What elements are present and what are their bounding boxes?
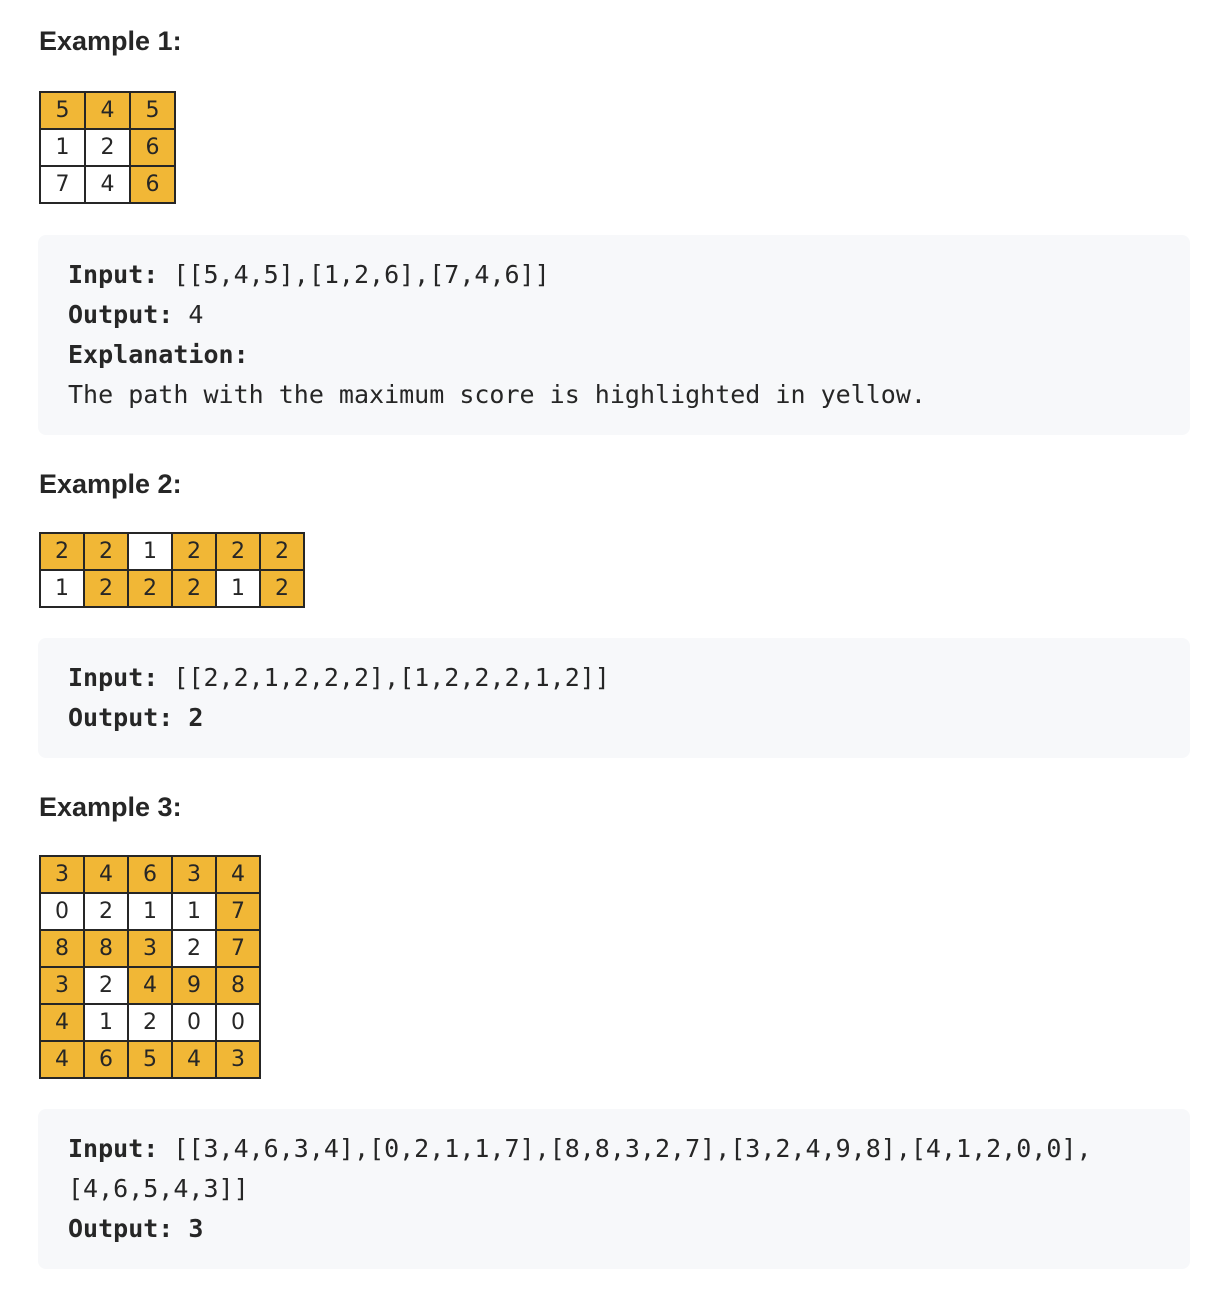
output-label: Output: bbox=[68, 300, 174, 329]
output-value: 4 bbox=[173, 300, 204, 329]
grid-cell: 2 bbox=[215, 532, 261, 571]
grid-cell: 3 bbox=[39, 855, 85, 894]
grid-cell: 3 bbox=[39, 966, 85, 1005]
example-1-heading: Example 1: bbox=[39, 26, 182, 56]
grid-cell: 1 bbox=[171, 892, 217, 931]
grid-row: 746 bbox=[39, 165, 176, 204]
grid-cell: 2 bbox=[83, 569, 129, 608]
example-2-code-block: Input: [[2,2,1,2,2,2],[1,2,2,2,1,2]] Out… bbox=[38, 638, 1190, 758]
output-line: Output: 3 bbox=[68, 1209, 1160, 1249]
grid-cell: 4 bbox=[84, 165, 131, 204]
input-value: [[3,4,6,3,4],[0,2,1,1,7],[8,8,3,2,7],[3,… bbox=[68, 1134, 1092, 1203]
grid-cell: 9 bbox=[171, 966, 217, 1005]
grid-cell: 3 bbox=[215, 1040, 261, 1079]
input-label: Input: bbox=[68, 663, 159, 692]
grid-cell: 2 bbox=[171, 929, 217, 968]
example-3-heading: Example 3: bbox=[39, 792, 182, 822]
grid-row: 545 bbox=[39, 91, 176, 130]
grid-cell: 2 bbox=[84, 128, 131, 167]
grid-cell: 1 bbox=[127, 892, 173, 931]
output-value: 2 bbox=[173, 703, 204, 732]
grid-row: 02117 bbox=[39, 892, 261, 931]
grid-row: 126 bbox=[39, 128, 176, 167]
grid-row: 41200 bbox=[39, 1003, 261, 1042]
grid-cell: 7 bbox=[215, 892, 261, 931]
grid-cell: 0 bbox=[215, 1003, 261, 1042]
grid-cell: 6 bbox=[127, 855, 173, 894]
grid-cell: 8 bbox=[39, 929, 85, 968]
explanation-label: Explanation: bbox=[68, 340, 249, 369]
example-2-heading: Example 2: bbox=[39, 469, 182, 499]
grid-cell: 2 bbox=[127, 1003, 173, 1042]
grid-cell: 0 bbox=[171, 1003, 217, 1042]
grid-row: 46543 bbox=[39, 1040, 261, 1079]
output-line: Output: 2 bbox=[68, 698, 1160, 738]
grid-cell: 4 bbox=[84, 91, 131, 130]
output-value: 3 bbox=[173, 1214, 204, 1243]
example-3-grid: 346340211788327324984120046543 bbox=[39, 855, 261, 1079]
grid-cell: 1 bbox=[39, 128, 86, 167]
grid-cell: 8 bbox=[215, 966, 261, 1005]
grid-cell: 7 bbox=[215, 929, 261, 968]
grid-cell: 4 bbox=[127, 966, 173, 1005]
grid-cell: 5 bbox=[127, 1040, 173, 1079]
output-label: Output: bbox=[68, 1214, 174, 1243]
input-label: Input: bbox=[68, 1134, 159, 1163]
grid-cell: 2 bbox=[83, 892, 129, 931]
grid-cell: 2 bbox=[259, 569, 305, 608]
grid-cell: 2 bbox=[171, 532, 217, 571]
output-label: Output: bbox=[68, 703, 174, 732]
output-line: Output: 4 bbox=[68, 295, 1160, 335]
grid-cell: 4 bbox=[83, 855, 129, 894]
grid-row: 122212 bbox=[39, 569, 305, 608]
grid-cell: 1 bbox=[83, 1003, 129, 1042]
grid-cell: 4 bbox=[39, 1003, 85, 1042]
grid-row: 32498 bbox=[39, 966, 261, 1005]
input-line: Input: [[3,4,6,3,4],[0,2,1,1,7],[8,8,3,2… bbox=[68, 1129, 1160, 1209]
grid-cell: 4 bbox=[171, 1040, 217, 1079]
grid-cell: 1 bbox=[127, 532, 173, 571]
grid-cell: 2 bbox=[83, 532, 129, 571]
input-value: [[5,4,5],[1,2,6],[7,4,6]] bbox=[158, 260, 550, 289]
grid-cell: 3 bbox=[171, 855, 217, 894]
input-line: Input: [[2,2,1,2,2,2],[1,2,2,2,1,2]] bbox=[68, 658, 1160, 698]
grid-row: 34634 bbox=[39, 855, 261, 894]
example-1-grid: 545126746 bbox=[39, 91, 176, 204]
grid-cell: 8 bbox=[83, 929, 129, 968]
input-value: [[2,2,1,2,2,2],[1,2,2,2,1,2]] bbox=[158, 663, 610, 692]
grid-cell: 6 bbox=[129, 165, 176, 204]
grid-cell: 4 bbox=[39, 1040, 85, 1079]
input-line: Input: [[5,4,5],[1,2,6],[7,4,6]] bbox=[68, 255, 1160, 295]
grid-row: 88327 bbox=[39, 929, 261, 968]
grid-cell: 2 bbox=[259, 532, 305, 571]
grid-cell: 7 bbox=[39, 165, 86, 204]
grid-cell: 5 bbox=[39, 91, 86, 130]
grid-cell: 1 bbox=[39, 569, 85, 608]
grid-cell: 6 bbox=[129, 128, 176, 167]
grid-cell: 6 bbox=[83, 1040, 129, 1079]
grid-cell: 2 bbox=[127, 569, 173, 608]
explanation-text: The path with the maximum score is highl… bbox=[68, 380, 926, 409]
input-label: Input: bbox=[68, 260, 159, 289]
grid-cell: 5 bbox=[129, 91, 176, 130]
grid-cell: 2 bbox=[171, 569, 217, 608]
example-1-code-block: Input: [[5,4,5],[1,2,6],[7,4,6]] Output:… bbox=[38, 235, 1190, 435]
grid-cell: 3 bbox=[127, 929, 173, 968]
grid-cell: 1 bbox=[215, 569, 261, 608]
grid-cell: 2 bbox=[39, 532, 85, 571]
grid-cell: 0 bbox=[39, 892, 85, 931]
example-2-grid: 221222122212 bbox=[39, 532, 305, 608]
grid-cell: 2 bbox=[83, 966, 129, 1005]
grid-row: 221222 bbox=[39, 532, 305, 571]
grid-cell: 4 bbox=[215, 855, 261, 894]
example-3-code-block: Input: [[3,4,6,3,4],[0,2,1,1,7],[8,8,3,2… bbox=[38, 1109, 1190, 1269]
